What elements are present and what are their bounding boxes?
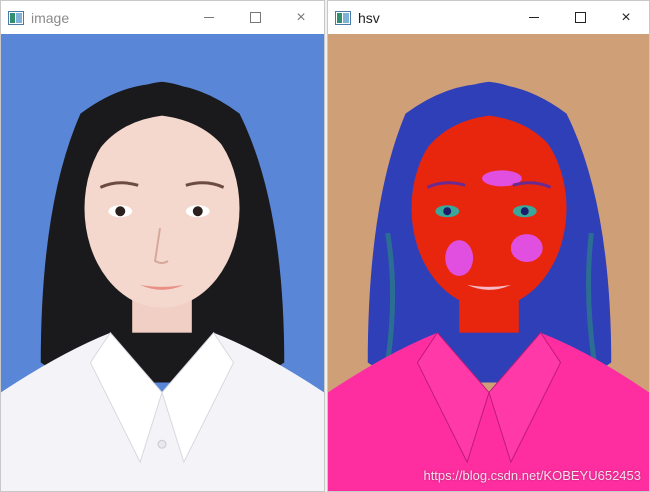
- minimize-icon: [529, 17, 539, 18]
- window-title: image: [31, 9, 70, 26]
- window-title: hsv: [358, 9, 380, 26]
- app-icon: [8, 10, 24, 25]
- minimize-icon: [204, 17, 214, 18]
- minimize-button[interactable]: [511, 1, 557, 34]
- maximize-button[interactable]: [557, 1, 603, 34]
- close-icon: ×: [621, 8, 631, 26]
- app-icon: [335, 10, 351, 25]
- portrait-image: [1, 81, 324, 491]
- hsv-image-canvas[interactable]: https://blog.csdn.net/KOBEYU652453: [328, 34, 649, 491]
- hsv-portrait-image: [328, 81, 649, 491]
- image-window[interactable]: image ×: [0, 0, 325, 492]
- image-window-titlebar[interactable]: image ×: [1, 1, 324, 34]
- maximize-icon: [574, 12, 586, 23]
- close-button[interactable]: ×: [278, 1, 324, 34]
- hsv-window-titlebar[interactable]: hsv ×: [328, 1, 649, 34]
- close-button[interactable]: ×: [603, 1, 649, 34]
- maximize-button[interactable]: [232, 1, 278, 34]
- minimize-button[interactable]: [186, 1, 232, 34]
- maximize-icon: [249, 12, 261, 23]
- hsv-window[interactable]: hsv × https://blog.csdn.net/KOBEYU652453: [327, 0, 650, 492]
- close-icon: ×: [296, 8, 306, 26]
- image-canvas[interactable]: [1, 34, 324, 491]
- watermark-text: https://blog.csdn.net/KOBEYU652453: [423, 468, 641, 483]
